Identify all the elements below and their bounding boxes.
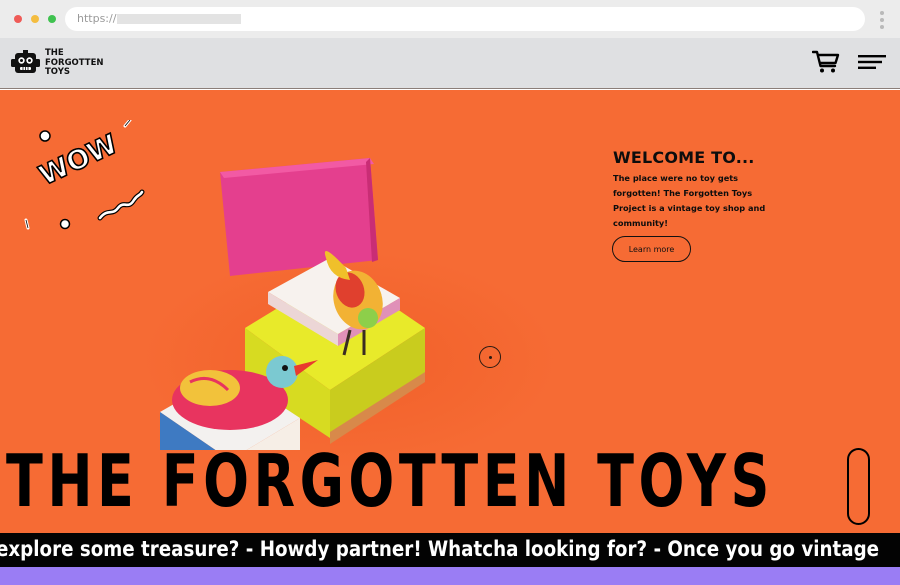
url-scheme: https:// — [77, 12, 117, 25]
marquee-text: explore some treasure? - Howdy partner! … — [0, 537, 880, 561]
welcome-description: The place were no toy gets forgotten! Th… — [613, 173, 766, 228]
minimize-window-icon[interactable] — [31, 15, 39, 23]
url-redacted-bar — [117, 14, 241, 24]
logo-wordmark[interactable]: THE FORGOTTEN TOYS — [45, 48, 104, 78]
hero-section: WOW WELCOME TO... The place were no toy … — [0, 90, 900, 533]
scroll-indicator[interactable] — [847, 448, 870, 525]
browser-toolbar: https:// — [0, 0, 900, 38]
learn-more-button[interactable]: Learn more — [612, 236, 691, 262]
carousel-dot-icon[interactable] — [479, 346, 501, 368]
address-bar[interactable]: https:// — [65, 7, 865, 31]
menu-icon[interactable] — [858, 54, 886, 70]
close-window-icon[interactable] — [14, 15, 22, 23]
robot-logo-icon[interactable] — [10, 50, 41, 75]
hero-big-title: THE FORGOTTEN TOYS — [6, 439, 774, 523]
logo-line: TOYS — [45, 67, 70, 77]
site-header: THE FORGOTTEN TOYS — [0, 38, 900, 89]
welcome-heading: WELCOME TO... — [613, 148, 755, 167]
marquee-banner: explore some treasure? - Howdy partner! … — [0, 533, 900, 567]
maximize-window-icon[interactable] — [48, 15, 56, 23]
browser-menu-icon[interactable] — [880, 11, 886, 29]
vintage-tin-toys-image — [160, 158, 425, 450]
wow-doodle-illustration: WOW — [24, 120, 145, 230]
next-section-band — [0, 567, 900, 585]
shopping-cart-icon[interactable] — [812, 50, 840, 74]
